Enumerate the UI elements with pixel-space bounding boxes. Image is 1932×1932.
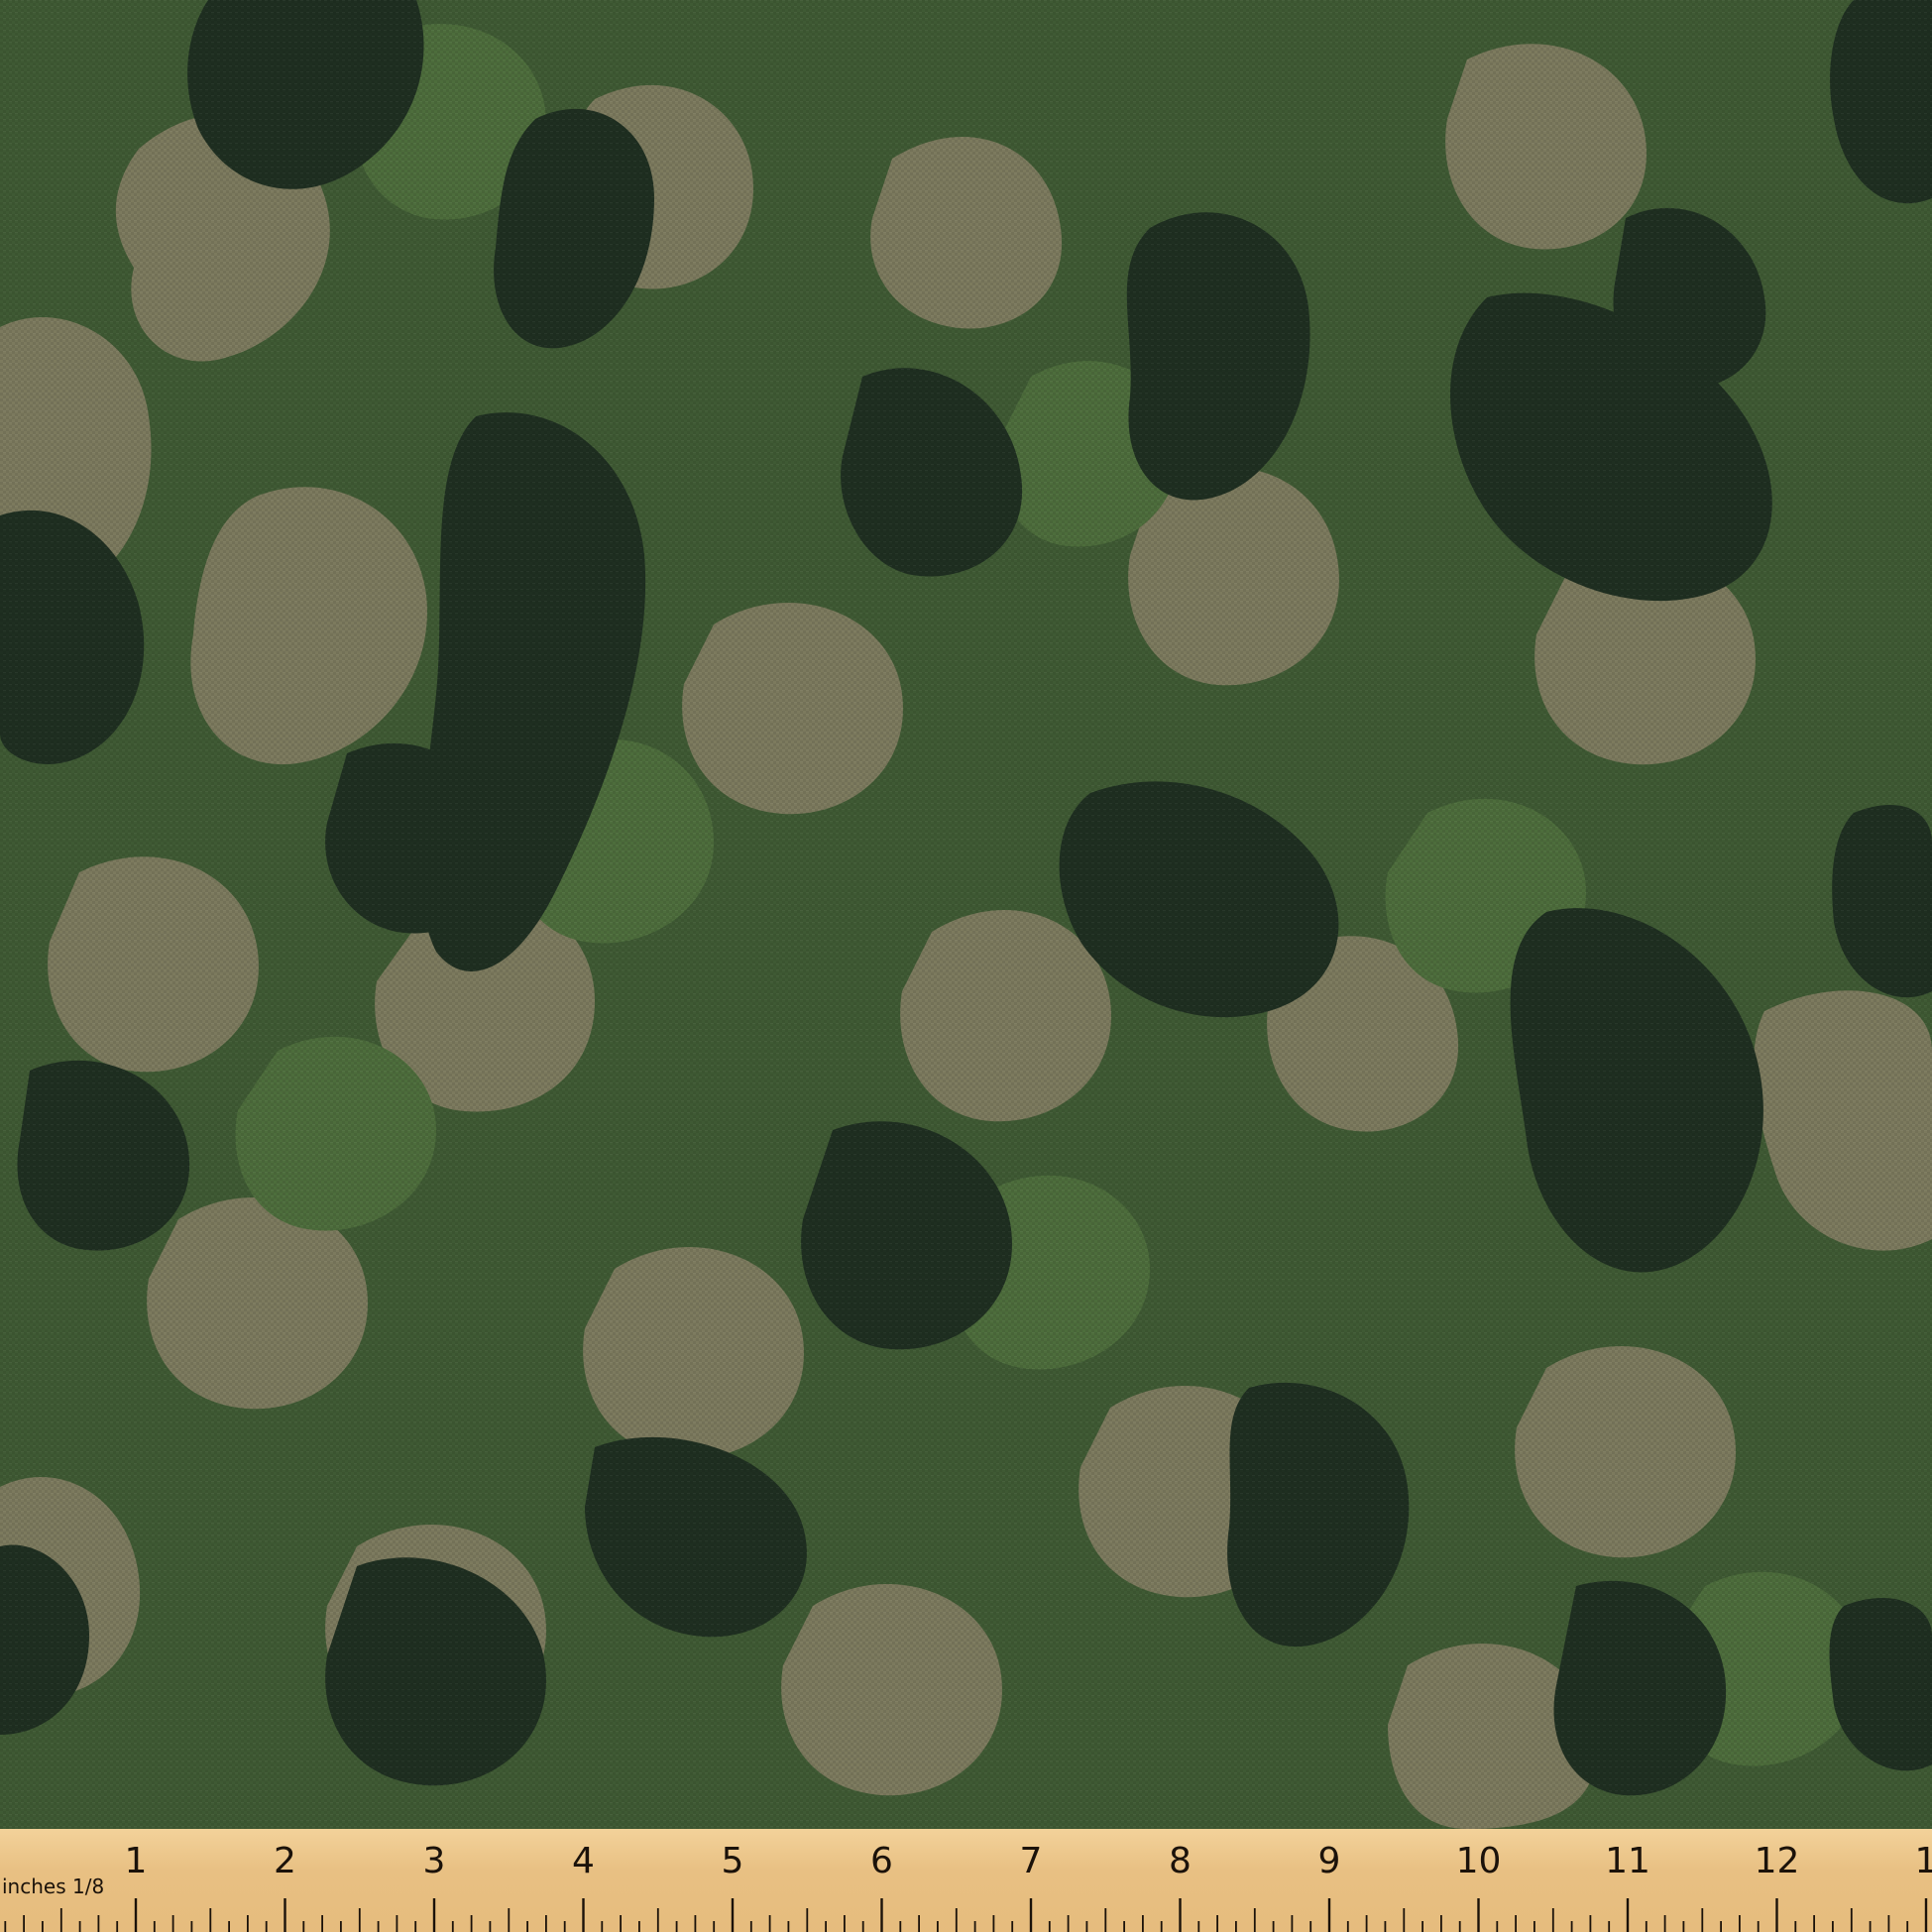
- ruler-number: 9: [1318, 1841, 1341, 1881]
- ruler-number: 12: [1755, 1841, 1800, 1881]
- ruler-scale: 1 2 3 4 5 6 7 8 9 10 11 12 1 inches 1/8: [2, 1841, 1932, 1932]
- measuring-ruler: 1 2 3 4 5 6 7 8 9 10 11 12 1 inches 1/8: [0, 1829, 1932, 1932]
- ruler-number: 6: [870, 1841, 893, 1881]
- ruler-number: 1: [125, 1841, 148, 1881]
- ruler-number: 2: [274, 1841, 296, 1881]
- canvas-weave-texture: [0, 0, 1932, 1829]
- ruler-number: 7: [1020, 1841, 1043, 1881]
- ruler-number: 5: [722, 1841, 744, 1881]
- ruler-unit-label: inches 1/8: [2, 1875, 104, 1898]
- camouflage-fabric-swatch: [0, 0, 1932, 1829]
- ruler-number: 11: [1605, 1841, 1650, 1881]
- camouflage-pattern: [0, 0, 1932, 1829]
- ruler-number: 3: [423, 1841, 446, 1881]
- ruler-number: 4: [572, 1841, 595, 1881]
- ruler-number: 1: [1915, 1841, 1932, 1881]
- ruler-number: 8: [1169, 1841, 1192, 1881]
- ruler-number: 10: [1456, 1841, 1502, 1881]
